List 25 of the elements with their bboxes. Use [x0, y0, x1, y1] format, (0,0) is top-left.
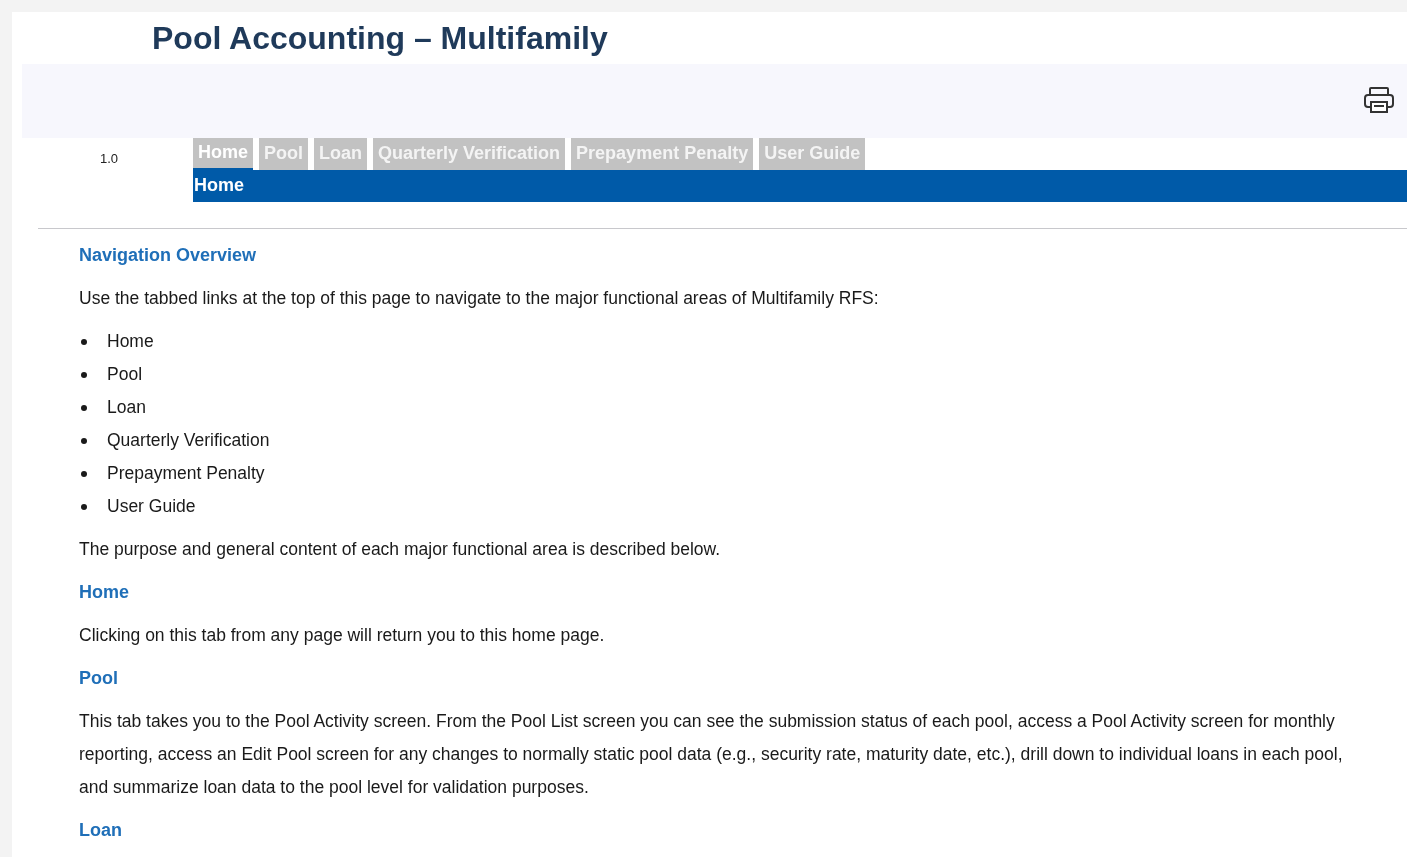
bullet-icon	[81, 503, 87, 510]
nav-tab[interactable]: Home	[193, 137, 253, 170]
list-item: Home	[107, 330, 154, 354]
paragraph: This tab takes you to the Pool Activity screen. From the Pool List screen you can see the submission status of each pool, access a Pool Activity screen for monthly reporting, access an Edit Pool screen for any changes to normally static pool data (e.g., security rate, maturity date, etc.), drill down to individual loans in each pool, and summarize loan data to the pool level for validation purposes.	[79, 710, 1344, 799]
paragraph: Use the tabbed links at the top of this page to navigate to the major functional areas of Multifamily RFS:	[79, 287, 880, 310]
paragraph: Clicking on this tab from any page will return you to this home page.	[79, 624, 606, 647]
print-icon[interactable]	[1363, 85, 1395, 114]
list-item: Loan	[107, 396, 146, 420]
bullet-icon	[81, 470, 87, 477]
section-heading: Navigation Overview	[79, 244, 258, 267]
bullet-icon	[81, 437, 87, 444]
bullet-icon	[81, 404, 87, 411]
section-heading: Home	[79, 581, 130, 604]
section-heading: Pool	[79, 667, 119, 690]
list-item: User Guide	[107, 495, 196, 519]
bullet-icon	[81, 371, 87, 378]
paragraph: The purpose and general content of each major functional area is described below.	[79, 538, 722, 561]
section-heading: Loan	[79, 819, 123, 842]
list-item: Pool	[107, 363, 143, 387]
page-title: Pool Accounting – Multifamily	[152, 22, 608, 55]
list-item: Quarterly Verification	[107, 429, 270, 453]
subnav-label: Home	[193, 174, 244, 198]
bullet-icon	[81, 338, 87, 345]
version-label: 1.0	[100, 150, 119, 166]
list-item: Prepayment Penalty	[107, 462, 265, 486]
